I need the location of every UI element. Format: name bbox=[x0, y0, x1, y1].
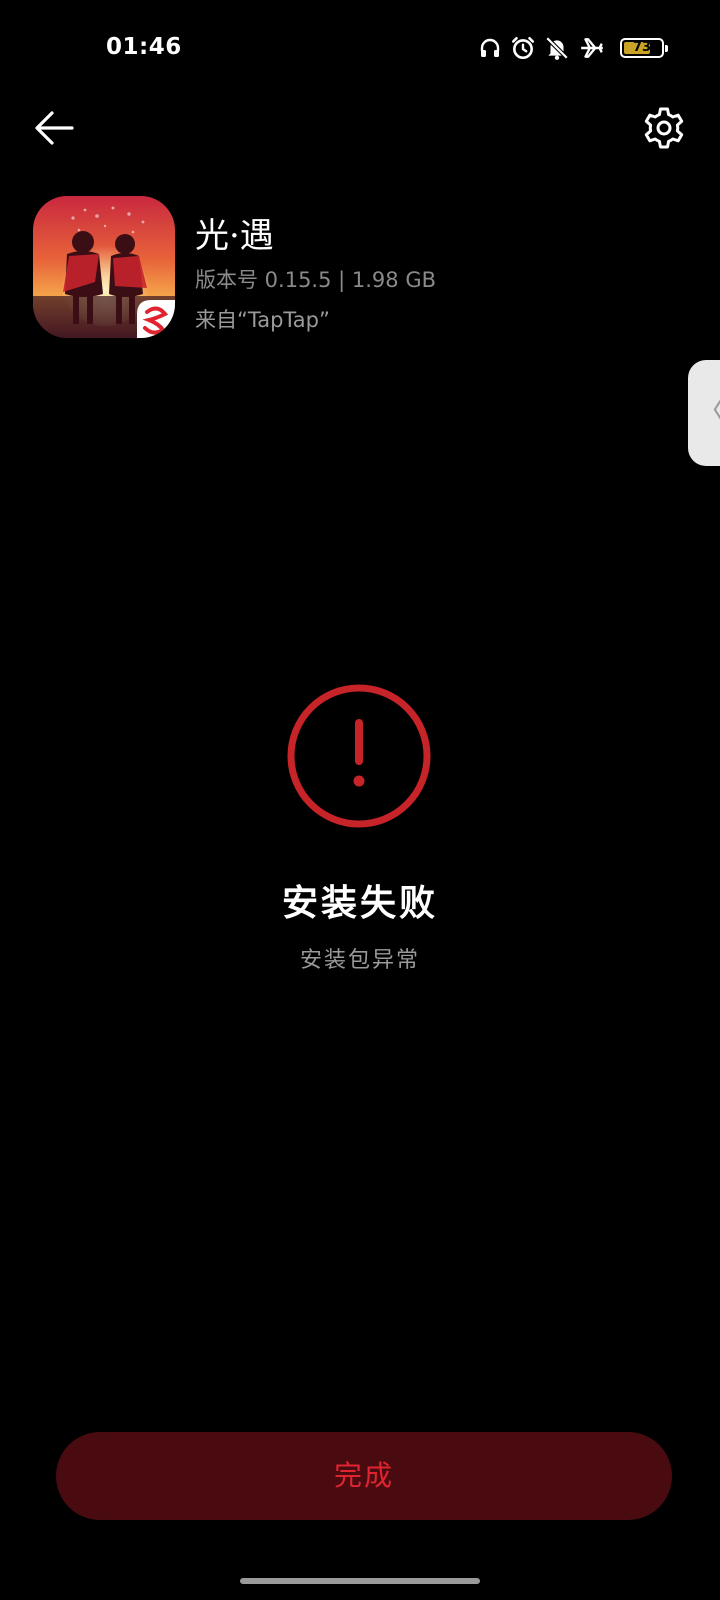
status-time: 01:46 bbox=[106, 34, 182, 60]
headphones-icon bbox=[478, 36, 502, 60]
battery-level: 73 bbox=[632, 40, 652, 55]
battery-icon: 73 bbox=[620, 38, 668, 58]
app-source: 来自“TapTap” bbox=[195, 308, 330, 332]
app-icon bbox=[33, 196, 175, 338]
app-version: 版本号 0.15.5 | 1.98 GB bbox=[195, 268, 437, 292]
side-panel-handle[interactable]: 〈 bbox=[688, 360, 720, 466]
arrow-left-icon bbox=[35, 111, 74, 145]
result-title: 安装失败 bbox=[281, 882, 438, 924]
home-indicator[interactable] bbox=[240, 1578, 480, 1584]
alert-circle-icon bbox=[286, 683, 432, 829]
alarm-icon bbox=[510, 35, 536, 61]
back-button[interactable] bbox=[30, 104, 78, 152]
airplane-icon bbox=[578, 35, 606, 61]
status-icons: 73 bbox=[478, 34, 668, 62]
battery-tip bbox=[665, 45, 668, 52]
app-name: 光·遇 bbox=[195, 216, 274, 256]
result-subtitle: 安装包异常 bbox=[299, 948, 420, 973]
done-button[interactable]: 完成 bbox=[56, 1432, 672, 1520]
bell-off-icon bbox=[544, 35, 570, 61]
chevron-left-icon: 〈 bbox=[696, 394, 720, 430]
gear-icon bbox=[644, 107, 684, 149]
settings-button[interactable] bbox=[640, 104, 688, 152]
status-bar: 01:46 73 bbox=[0, 0, 720, 96]
